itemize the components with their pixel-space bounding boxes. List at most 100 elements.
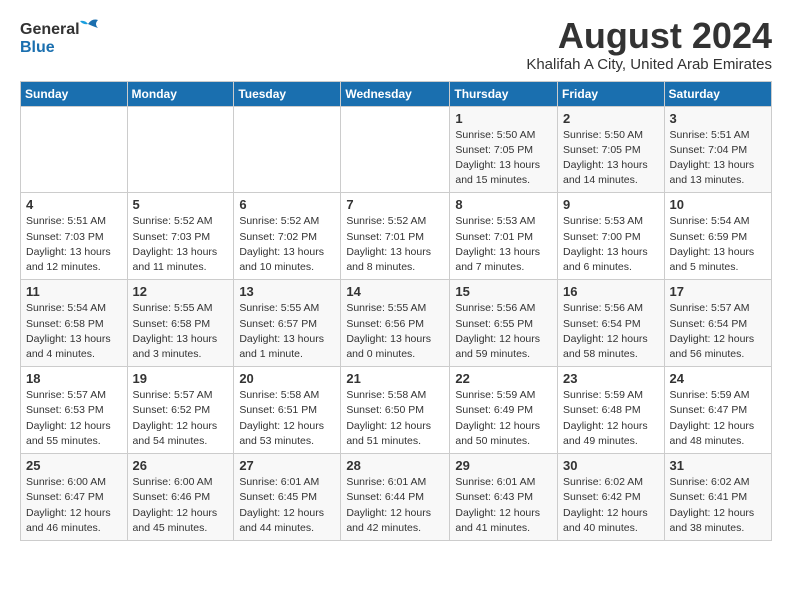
day-number: 15 [455,284,552,299]
calendar-cell: 1Sunrise: 5:50 AM Sunset: 7:05 PM Daylig… [450,106,558,193]
day-number: 6 [239,197,335,212]
calendar-cell: 8 Sunrise: 5:53 AM Sunset: 7:01 PM Daylig… [450,193,558,280]
calendar-cell: 10 Sunrise: 5:54 AM Sunset: 6:59 PM Dayli… [664,193,771,280]
calendar-week-row: 1Sunrise: 5:50 AM Sunset: 7:05 PM Daylig… [21,106,772,193]
calendar-cell: 7Sunrise: 5:52 AM Sunset: 7:01 PM Daylig… [341,193,450,280]
svg-text:General: General [20,21,80,38]
day-info: Sunrise: 5:54 AM Sunset: 6:59 PM Dayligh… [670,214,766,275]
day-number: 14 [346,284,444,299]
day-info: Sunrise: 6:00 AM Sunset: 6:47 PM Dayligh… [26,475,122,536]
day-number: 13 [239,284,335,299]
day-number: 2 [563,111,659,126]
day-of-week-header: Tuesday [234,81,341,106]
calendar-cell: 19 Sunrise: 5:57 AM Sunset: 6:52 PM Dayli… [127,367,234,454]
day-info: Sunrise: 5:52 AM Sunset: 7:03 PM Dayligh… [133,214,229,275]
day-number: 31 [670,458,766,473]
day-number: 30 [563,458,659,473]
day-number: 21 [346,371,444,386]
calendar-cell [341,106,450,193]
logo: General Blue [20,16,110,60]
month-year-title: August 2024 [526,16,772,56]
day-info: Sunrise: 6:01 AM Sunset: 6:44 PM Dayligh… [346,475,444,536]
day-info: Sunrise: 5:55 AM Sunset: 6:58 PM Dayligh… [133,301,229,362]
calendar-cell: 29 Sunrise: 6:01 AM Sunset: 6:43 PM Dayli… [450,454,558,541]
day-info: Sunrise: 6:02 AM Sunset: 6:41 PM Dayligh… [670,475,766,536]
day-number: 19 [133,371,229,386]
calendar-week-row: 11 Sunrise: 5:54 AM Sunset: 6:58 PM Dayli… [21,280,772,367]
calendar-week-row: 25Sunrise: 6:00 AM Sunset: 6:47 PM Dayli… [21,454,772,541]
calendar-table: SundayMondayTuesdayWednesdayThursdayFrid… [20,81,772,541]
day-number: 18 [26,371,122,386]
day-number: 9 [563,197,659,212]
day-number: 23 [563,371,659,386]
day-info: Sunrise: 5:54 AM Sunset: 6:58 PM Dayligh… [26,301,122,362]
calendar-cell: 9 Sunrise: 5:53 AM Sunset: 7:00 PM Daylig… [558,193,665,280]
day-of-week-header: Wednesday [341,81,450,106]
calendar-cell: 5 Sunrise: 5:52 AM Sunset: 7:03 PM Daylig… [127,193,234,280]
day-of-week-header: Monday [127,81,234,106]
day-number: 28 [346,458,444,473]
calendar-cell [127,106,234,193]
day-info: Sunrise: 5:58 AM Sunset: 6:51 PM Dayligh… [239,388,335,449]
day-info: Sunrise: 5:59 AM Sunset: 6:47 PM Dayligh… [670,388,766,449]
header: General Blue August 2024 Khalifah A City… [20,16,772,73]
calendar-cell: 14Sunrise: 5:55 AM Sunset: 6:56 PM Dayli… [341,280,450,367]
calendar-cell: 6Sunrise: 5:52 AM Sunset: 7:02 PM Daylig… [234,193,341,280]
calendar-week-row: 18 Sunrise: 5:57 AM Sunset: 6:53 PM Dayli… [21,367,772,454]
calendar-cell: 26 Sunrise: 6:00 AM Sunset: 6:46 PM Dayli… [127,454,234,541]
day-number: 12 [133,284,229,299]
svg-text:Blue: Blue [20,39,55,56]
calendar-cell: 13 Sunrise: 5:55 AM Sunset: 6:57 PM Dayli… [234,280,341,367]
day-info: Sunrise: 5:57 AM Sunset: 6:52 PM Dayligh… [133,388,229,449]
day-info: Sunrise: 5:52 AM Sunset: 7:01 PM Dayligh… [346,214,444,275]
day-info: Sunrise: 5:57 AM Sunset: 6:53 PM Dayligh… [26,388,122,449]
calendar-cell: 27 Sunrise: 6:01 AM Sunset: 6:45 PM Dayli… [234,454,341,541]
day-info: Sunrise: 5:53 AM Sunset: 7:01 PM Dayligh… [455,214,552,275]
day-number: 20 [239,371,335,386]
day-of-week-header: Thursday [450,81,558,106]
day-number: 22 [455,371,552,386]
day-info: Sunrise: 5:50 AM Sunset: 7:05 PM Dayligh… [563,128,659,189]
day-number: 17 [670,284,766,299]
calendar-cell: 23 Sunrise: 5:59 AM Sunset: 6:48 PM Dayli… [558,367,665,454]
day-info: Sunrise: 5:55 AM Sunset: 6:57 PM Dayligh… [239,301,335,362]
day-info: Sunrise: 5:59 AM Sunset: 6:48 PM Dayligh… [563,388,659,449]
day-number: 10 [670,197,766,212]
calendar-cell: 17Sunrise: 5:57 AM Sunset: 6:54 PM Dayli… [664,280,771,367]
day-of-week-header: Saturday [664,81,771,106]
day-info: Sunrise: 5:59 AM Sunset: 6:49 PM Dayligh… [455,388,552,449]
day-of-week-header: Friday [558,81,665,106]
calendar-cell [21,106,128,193]
calendar-header-row: SundayMondayTuesdayWednesdayThursdayFrid… [21,81,772,106]
calendar-cell: 2 Sunrise: 5:50 AM Sunset: 7:05 PM Daylig… [558,106,665,193]
day-number: 3 [670,111,766,126]
day-info: Sunrise: 5:56 AM Sunset: 6:54 PM Dayligh… [563,301,659,362]
day-info: Sunrise: 6:01 AM Sunset: 6:45 PM Dayligh… [239,475,335,536]
day-info: Sunrise: 6:01 AM Sunset: 6:43 PM Dayligh… [455,475,552,536]
day-info: Sunrise: 5:50 AM Sunset: 7:05 PM Dayligh… [455,128,552,189]
day-info: Sunrise: 5:56 AM Sunset: 6:55 PM Dayligh… [455,301,552,362]
calendar-cell: 4Sunrise: 5:51 AM Sunset: 7:03 PM Daylig… [21,193,128,280]
day-number: 5 [133,197,229,212]
day-info: Sunrise: 6:02 AM Sunset: 6:42 PM Dayligh… [563,475,659,536]
calendar-cell: 12 Sunrise: 5:55 AM Sunset: 6:58 PM Dayli… [127,280,234,367]
day-info: Sunrise: 6:00 AM Sunset: 6:46 PM Dayligh… [133,475,229,536]
location-subtitle: Khalifah A City, United Arab Emirates [526,56,772,73]
calendar-cell: 22 Sunrise: 5:59 AM Sunset: 6:49 PM Dayli… [450,367,558,454]
day-number: 27 [239,458,335,473]
calendar-cell: 30 Sunrise: 6:02 AM Sunset: 6:42 PM Dayli… [558,454,665,541]
calendar-cell: 3Sunrise: 5:51 AM Sunset: 7:04 PM Daylig… [664,106,771,193]
day-number: 8 [455,197,552,212]
day-number: 26 [133,458,229,473]
day-info: Sunrise: 5:58 AM Sunset: 6:50 PM Dayligh… [346,388,444,449]
calendar-cell: 11 Sunrise: 5:54 AM Sunset: 6:58 PM Dayli… [21,280,128,367]
day-info: Sunrise: 5:51 AM Sunset: 7:03 PM Dayligh… [26,214,122,275]
calendar-cell: 28 Sunrise: 6:01 AM Sunset: 6:44 PM Dayli… [341,454,450,541]
day-number: 11 [26,284,122,299]
title-area: August 2024 Khalifah A City, United Arab… [526,16,772,73]
calendar-cell: 25Sunrise: 6:00 AM Sunset: 6:47 PM Dayli… [21,454,128,541]
day-of-week-header: Sunday [21,81,128,106]
calendar-cell: 21 Sunrise: 5:58 AM Sunset: 6:50 PM Dayli… [341,367,450,454]
day-number: 29 [455,458,552,473]
day-info: Sunrise: 5:53 AM Sunset: 7:00 PM Dayligh… [563,214,659,275]
